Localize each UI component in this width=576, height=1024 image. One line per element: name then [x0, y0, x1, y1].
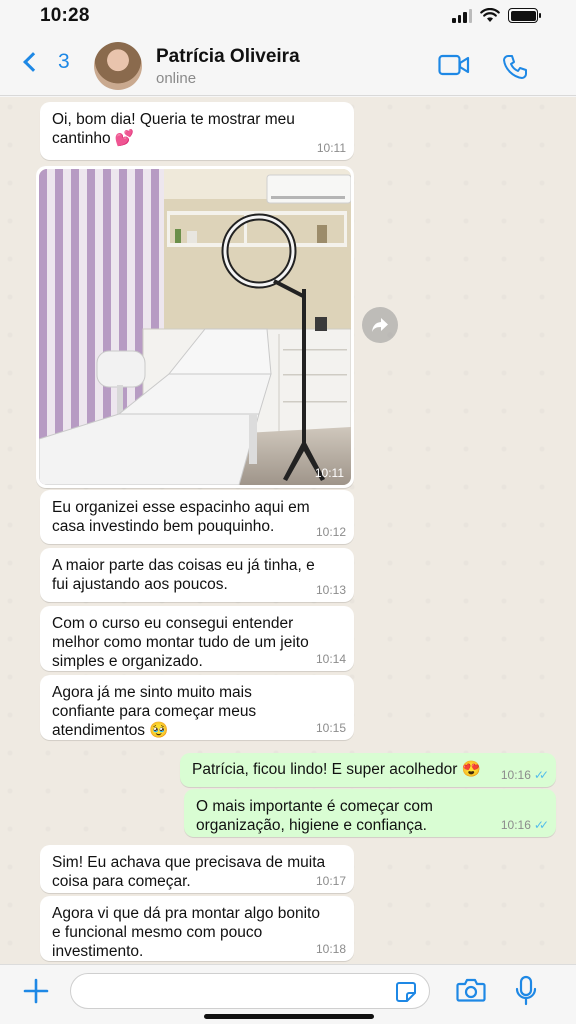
message-in[interactable]: Agora já me sinto muito mais confiante p…	[40, 675, 354, 740]
message-text: Eu organizei esse espacinho aqui em casa…	[52, 499, 310, 535]
video-call-icon[interactable]	[438, 54, 470, 76]
message-text: Oi, bom dia! Queria te mostrar meu canti…	[52, 111, 295, 147]
message-time: 10:16 ✓✓	[500, 818, 549, 832]
message-time: 10:17	[315, 874, 346, 888]
message-text: O mais importante é começar com organiza…	[196, 798, 433, 834]
message-in[interactable]: Eu organizei esse espacinho aqui em casa…	[40, 490, 354, 544]
read-receipt-icon: ✓✓	[533, 768, 549, 782]
microphone-icon[interactable]	[514, 975, 538, 1007]
message-time: 10:11	[314, 466, 344, 480]
chat-header: 3 Patrícia Oliveira online	[0, 36, 576, 96]
read-receipt-icon: ✓✓	[533, 818, 549, 832]
message-out[interactable]: O mais importante é começar com organiza…	[184, 789, 556, 837]
forward-button[interactable]	[362, 307, 398, 343]
unread-count: 3	[58, 50, 70, 73]
message-in[interactable]: Sim! Eu achava que precisava de muita co…	[40, 845, 354, 893]
chevron-left-icon	[23, 52, 43, 72]
chat-area[interactable]: Oi, bom dia! Queria te mostrar meu canti…	[0, 97, 576, 964]
wifi-icon	[480, 8, 500, 22]
phone-call-icon[interactable]	[502, 54, 528, 80]
message-text: Sim! Eu achava que precisava de muita co…	[52, 854, 326, 890]
message-field[interactable]	[70, 973, 430, 1009]
message-text: A maior parte das coisas eu já tinha, e …	[52, 557, 315, 593]
room-photo	[39, 169, 351, 485]
plus-icon[interactable]	[22, 977, 50, 1005]
message-time: 10:14	[315, 652, 346, 666]
status-icons	[452, 8, 541, 23]
message-time: 10:18	[315, 942, 346, 956]
camera-icon[interactable]	[456, 977, 486, 1003]
message-text: Patrícia, ficou lindo! E super acolhedor…	[192, 761, 481, 778]
message-time: 10:11	[316, 141, 346, 155]
message-image[interactable]: 10:11	[36, 166, 354, 488]
message-time: 10:13	[315, 583, 346, 597]
message-out[interactable]: Patrícia, ficou lindo! E super acolhedor…	[180, 753, 556, 787]
message-time: 10:12	[315, 525, 346, 539]
message-input[interactable]	[71, 974, 381, 1008]
contact-info[interactable]: Patrícia Oliveira online	[156, 46, 300, 87]
status-time: 10:28	[40, 5, 90, 26]
message-text: Com o curso eu consegui entender melhor …	[52, 615, 309, 670]
message-in[interactable]: A maior parte das coisas eu já tinha, e …	[40, 548, 354, 602]
battery-icon	[508, 8, 541, 23]
message-in[interactable]: Com o curso eu consegui entender melhor …	[40, 606, 354, 671]
sticker-icon[interactable]	[395, 981, 417, 1003]
forward-icon	[372, 318, 388, 332]
message-in[interactable]: Agora vi que dá pra montar algo bonito e…	[40, 896, 354, 961]
contact-status: online	[156, 70, 197, 87]
contact-name: Patrícia Oliveira	[156, 46, 300, 67]
back-button[interactable]: 3	[20, 50, 70, 74]
signal-icon	[452, 8, 472, 23]
message-text: Agora já me sinto muito mais confiante p…	[52, 684, 257, 739]
home-indicator	[204, 1014, 374, 1019]
status-bar: 10:28	[0, 0, 576, 36]
contact-avatar[interactable]	[94, 42, 142, 90]
message-text: Agora vi que dá pra montar algo bonito e…	[52, 905, 320, 960]
message-in[interactable]: Oi, bom dia! Queria te mostrar meu canti…	[40, 102, 354, 160]
message-time: 10:15	[315, 721, 346, 735]
message-time: 10:16 ✓✓	[500, 768, 549, 782]
